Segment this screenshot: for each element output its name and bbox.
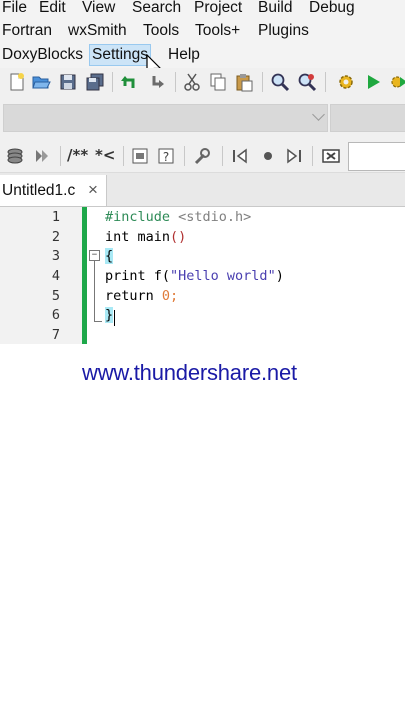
code-line-5: return 0;: [105, 288, 178, 304]
menu-help[interactable]: Help: [166, 45, 202, 65]
line-number: 3: [51, 248, 60, 264]
open-brace: {: [105, 248, 114, 264]
code-line-6: }: [105, 307, 114, 323]
toolbar-separator: [222, 146, 223, 166]
close-brace: }: [105, 307, 114, 323]
clear-icon[interactable]: [321, 146, 341, 166]
toolbar-separator: [112, 72, 113, 92]
code-semicolon: ;: [170, 288, 179, 304]
fold-toggle-icon[interactable]: −: [89, 250, 100, 261]
build-target-dropdown[interactable]: [3, 104, 328, 132]
line-number: 6: [51, 307, 60, 323]
code-text: print f(: [105, 268, 171, 284]
string-literal: "Hello world": [170, 268, 276, 284]
line-number: 5: [51, 288, 60, 304]
number-literal: 0: [161, 288, 171, 304]
line-number: 1: [51, 209, 60, 225]
secondary-toolbar: /** *< ?: [0, 140, 405, 173]
code-line-2: int main(): [105, 229, 186, 245]
menu-tools-plus[interactable]: Tools+: [193, 21, 242, 41]
redo-icon[interactable]: [148, 72, 168, 92]
line-number: 4: [51, 268, 60, 284]
menu-tools[interactable]: Tools: [141, 21, 181, 41]
fold-line: [94, 261, 95, 321]
main-toolbar: [0, 68, 405, 96]
menu-view[interactable]: View: [80, 0, 117, 18]
comment-line-button[interactable]: *<: [95, 146, 115, 164]
menu-file[interactable]: File: [0, 0, 29, 18]
paste-icon[interactable]: [234, 72, 254, 92]
menu-plugins[interactable]: Plugins: [256, 21, 311, 41]
preprocessor-directive: #include: [105, 209, 171, 225]
editor-tabs: Untitled1.c ×: [0, 173, 405, 207]
code-text: return: [105, 288, 162, 304]
menu-edit[interactable]: Edit: [37, 0, 68, 18]
svg-text:?: ?: [163, 150, 169, 164]
build-gear-icon[interactable]: [336, 72, 356, 92]
code-line-3: {: [105, 248, 114, 264]
help-doc-icon[interactable]: ?: [156, 146, 176, 166]
toolbar-separator: [312, 146, 313, 166]
fold-end: [94, 321, 102, 322]
close-icon[interactable]: ×: [88, 180, 98, 200]
tab-label: Untitled1.c: [2, 182, 76, 199]
jump-icon[interactable]: [32, 146, 52, 166]
doc-icon[interactable]: [130, 146, 150, 166]
toolbar-separator: [184, 146, 185, 166]
menu-settings[interactable]: Settings: [89, 44, 152, 66]
toolbar-separator: [175, 72, 176, 92]
run-icon[interactable]: [363, 72, 383, 92]
target-toolbar: [0, 96, 405, 140]
menu-debug[interactable]: Debug: [307, 0, 357, 18]
undo-icon[interactable]: [119, 72, 139, 92]
watermark-text: www.thundershare.net: [82, 360, 297, 385]
wrench-icon[interactable]: [192, 146, 212, 166]
bookmark-dot-icon[interactable]: [258, 146, 278, 166]
replace-icon[interactable]: [297, 72, 317, 92]
code-line-4: print f("Hello world"): [105, 268, 284, 284]
code-text: int main: [105, 229, 171, 245]
chevron-down-icon: [312, 108, 325, 121]
menu-doxyblocks[interactable]: DoxyBlocks: [0, 45, 85, 65]
save-icon[interactable]: [58, 72, 78, 92]
toolbar-separator: [60, 146, 61, 166]
toolbar-separator: [262, 72, 263, 92]
comment-block-button[interactable]: /**: [67, 146, 88, 164]
menu-project[interactable]: Project: [192, 0, 244, 18]
code-editor[interactable]: − 1 2 3 4 5 6 7 #include <stdio.h> int m…: [0, 207, 405, 720]
find-icon[interactable]: [270, 72, 290, 92]
menu-fortran[interactable]: Fortran: [0, 21, 54, 41]
open-folder-icon[interactable]: [31, 72, 51, 92]
include-header: <stdio.h>: [170, 209, 252, 225]
symbol-dropdown[interactable]: [330, 104, 405, 132]
code-parens: (): [170, 229, 187, 245]
menu-search[interactable]: Search: [130, 0, 183, 18]
next-bookmark-icon[interactable]: [284, 146, 304, 166]
cut-icon[interactable]: [182, 72, 202, 92]
toolbar-separator: [325, 72, 326, 92]
menu-build[interactable]: Build: [256, 0, 294, 18]
menu-bar: File Edit View Search Project Build Debu…: [0, 0, 405, 68]
build-run-icon[interactable]: [389, 72, 405, 92]
search-input[interactable]: [348, 142, 405, 171]
line-number: 7: [51, 327, 60, 343]
code-close-paren: ): [275, 268, 284, 284]
new-file-icon[interactable]: [7, 72, 27, 92]
change-bar: [82, 207, 87, 344]
toolbar-separator: [123, 146, 124, 166]
copy-icon[interactable]: [208, 72, 228, 92]
tab-untitled1[interactable]: Untitled1.c ×: [0, 175, 107, 206]
line-number: 2: [51, 229, 60, 245]
prev-bookmark-icon[interactable]: [230, 146, 250, 166]
menu-wxsmith[interactable]: wxSmith: [66, 21, 129, 41]
stack-icon[interactable]: [5, 146, 25, 166]
save-all-icon[interactable]: [85, 72, 105, 92]
text-caret: [114, 310, 115, 326]
code-line-1: #include <stdio.h>: [105, 209, 251, 225]
